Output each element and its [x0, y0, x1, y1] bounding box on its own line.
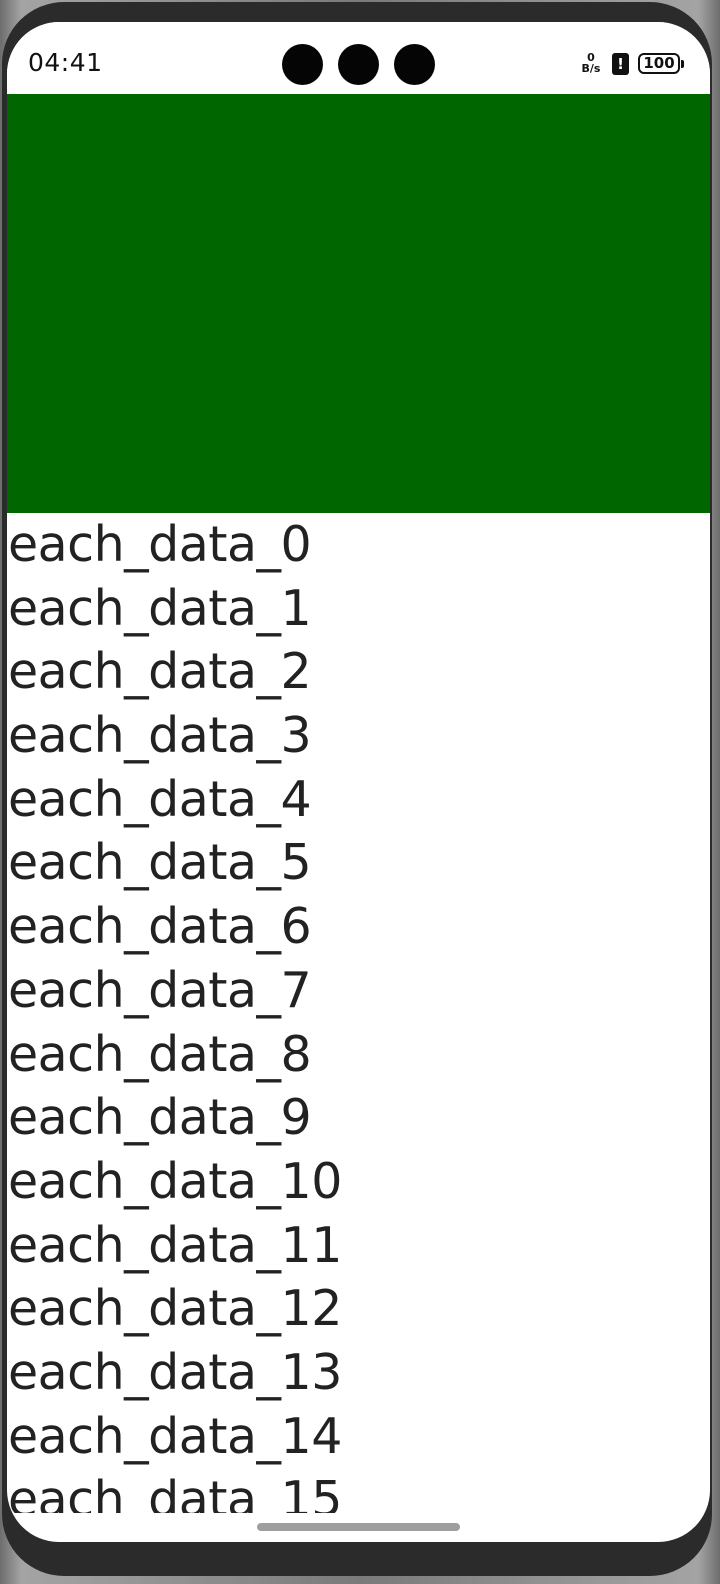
- network-speed-unit: B/s: [581, 62, 601, 75]
- camera-lens-icon: [338, 44, 379, 85]
- green-banner: [7, 94, 710, 513]
- list-item[interactable]: each_data_13: [7, 1341, 710, 1405]
- list-item[interactable]: each_data_1: [7, 577, 710, 641]
- battery-icon: 100: [638, 53, 684, 74]
- home-indicator[interactable]: [257, 1523, 460, 1531]
- camera-lens-icon: [282, 44, 323, 85]
- list-item[interactable]: each_data_14: [7, 1405, 710, 1469]
- phone-screen: 04:41 0 B/s ! 100 each_data_0 each_data_1…: [7, 22, 710, 1542]
- status-time: 04:41: [28, 48, 103, 77]
- list-item[interactable]: each_data_15: [7, 1468, 710, 1513]
- network-speed-indicator: 0 B/s: [579, 52, 603, 78]
- list-item[interactable]: each_data_0: [7, 513, 710, 577]
- list-item[interactable]: each_data_10: [7, 1150, 710, 1214]
- device-frame: 04:41 0 B/s ! 100 each_data_0 each_data_1…: [0, 0, 720, 1584]
- list-item[interactable]: each_data_7: [7, 959, 710, 1023]
- list-item[interactable]: each_data_12: [7, 1277, 710, 1341]
- list-item[interactable]: each_data_4: [7, 768, 710, 832]
- list-item[interactable]: each_data_9: [7, 1086, 710, 1150]
- list-item[interactable]: each_data_5: [7, 831, 710, 895]
- data-list[interactable]: each_data_0 each_data_1 each_data_2 each_da…: [7, 513, 710, 1513]
- list-item[interactable]: each_data_8: [7, 1023, 710, 1087]
- alert-icon: !: [612, 53, 629, 75]
- list-item[interactable]: each_data_6: [7, 895, 710, 959]
- battery-level: 100: [643, 54, 675, 72]
- camera-lens-icon: [394, 44, 435, 85]
- status-bar: 04:41 0 B/s ! 100: [7, 22, 710, 94]
- list-item[interactable]: each_data_3: [7, 704, 710, 768]
- list-item[interactable]: each_data_2: [7, 640, 710, 704]
- list-item[interactable]: each_data_11: [7, 1214, 710, 1278]
